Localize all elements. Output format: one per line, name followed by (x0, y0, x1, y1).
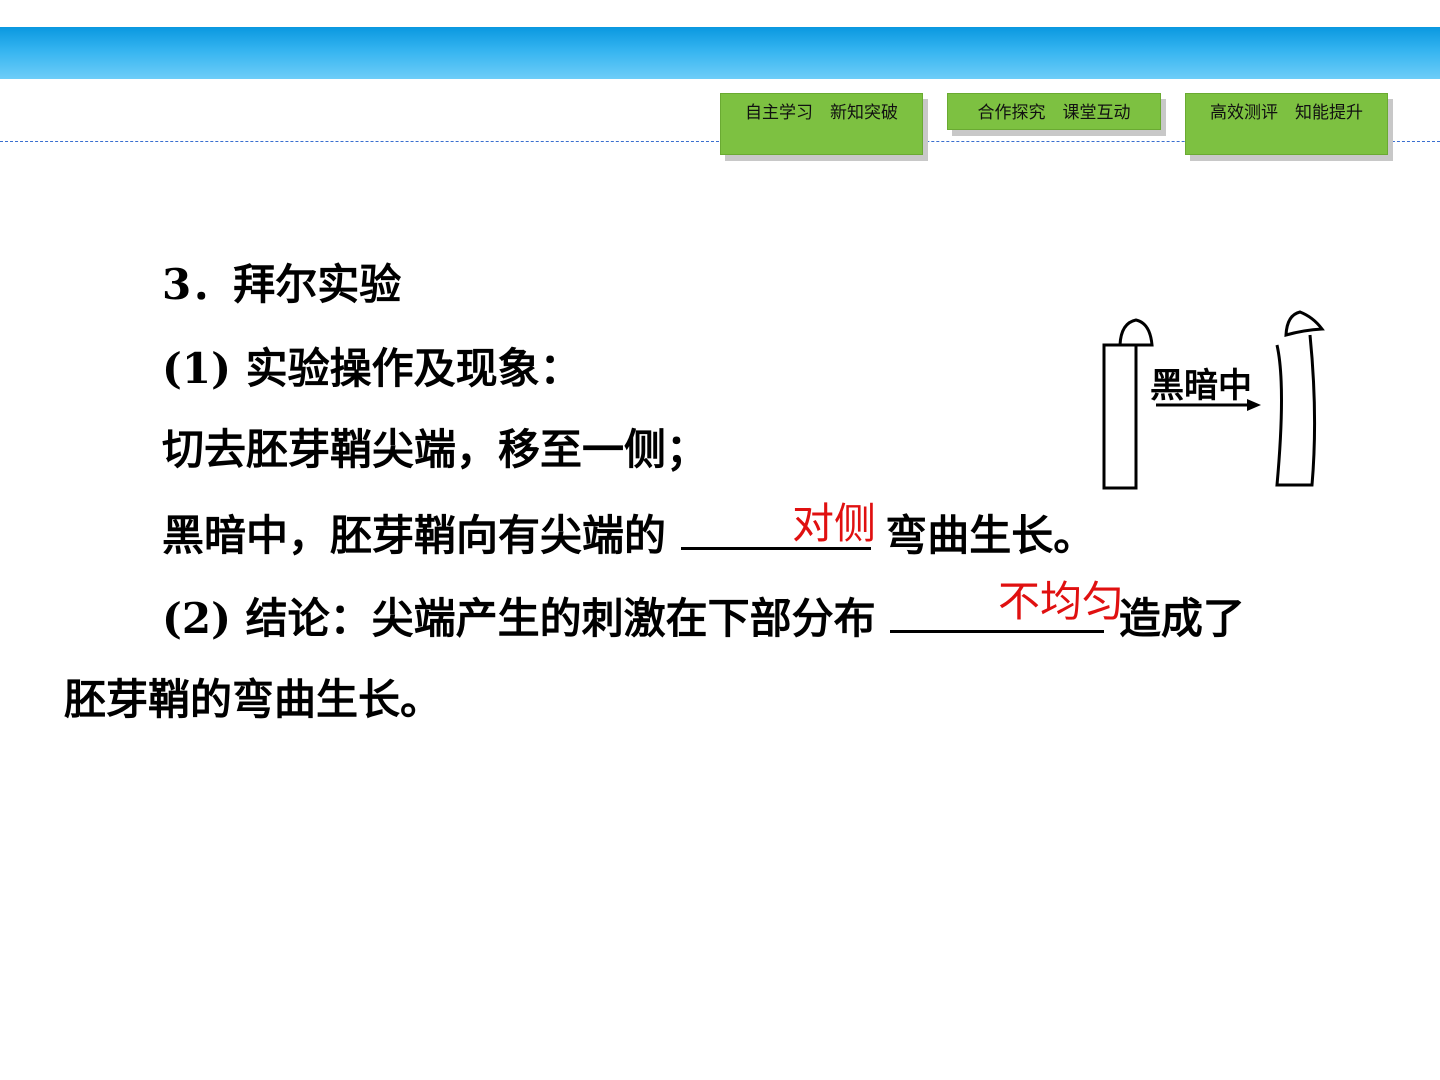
coleoptile-right-tip (1284, 310, 1325, 338)
text-line-b-post: 弯曲生长。 (870, 511, 1096, 560)
text-line-b-pre: 黑暗中，胚芽鞘向有尖端的 (162, 511, 681, 560)
coleoptile-left-body (1102, 343, 1138, 490)
answer-2: 不均匀 (998, 577, 1125, 626)
coleoptile-left-tip (1118, 318, 1154, 347)
section-heading: 3．拜尔实验 (162, 260, 402, 309)
text-line-c-pre: (2) 结论：尖端产生的刺激在下部分布 (162, 594, 891, 643)
nav-button-cooperative-inquiry[interactable]: 合作探究 课堂互动 (947, 93, 1161, 130)
text-line-c-post: 造成了 (1104, 594, 1245, 643)
text-line-d: 胚芽鞘的弯曲生长。 (64, 675, 443, 724)
text-line-b: 黑暗中，胚芽鞘向有尖端的 弯曲生长。 (162, 507, 1095, 561)
nav-button-self-study[interactable]: 自主学习 新知突破 (720, 93, 923, 155)
diagram-label: 黑暗中 (1150, 366, 1252, 406)
text-line-a: 切去胚芽鞘尖端，移至一侧； (162, 425, 709, 474)
coleoptile-right-body (1275, 334, 1317, 487)
nav-button-assessment[interactable]: 高效测评 知能提升 (1185, 93, 1388, 155)
subheading-operation: (1) 实验操作及现象： (162, 344, 582, 393)
header-band (0, 27, 1440, 79)
answer-1: 对侧 (792, 499, 877, 548)
